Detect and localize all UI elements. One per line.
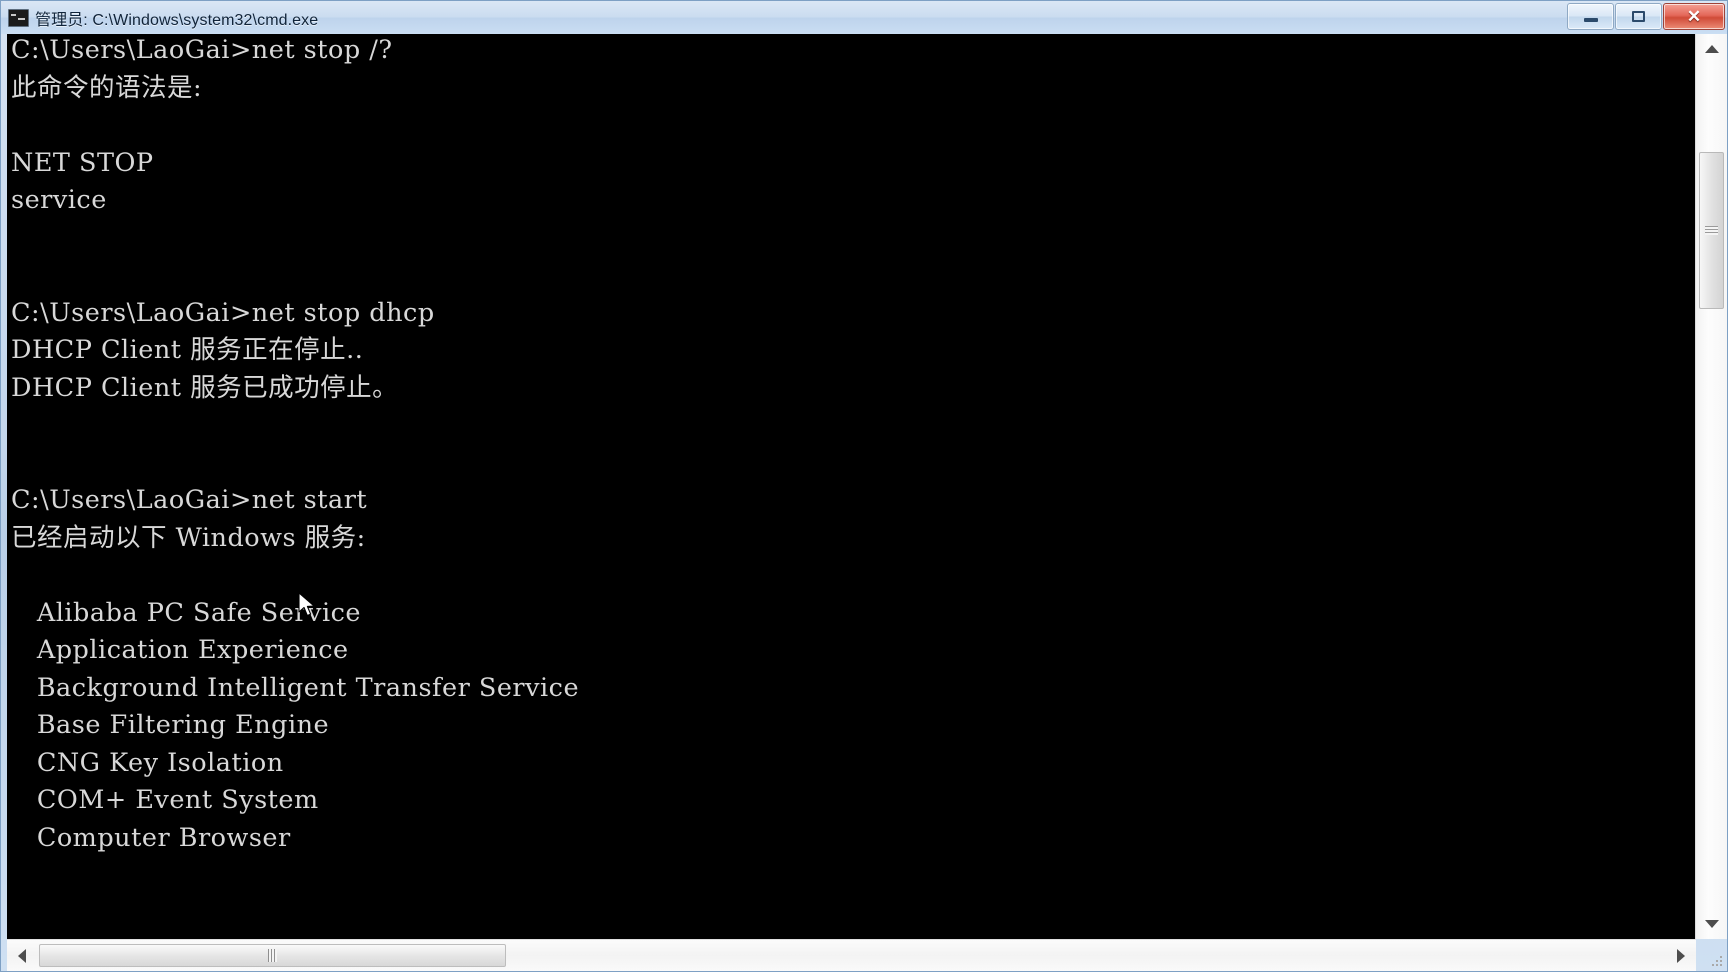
console-output-area[interactable]: C:\Users\LaoGai>net stop /? 此命令的语法是: NET… bbox=[7, 34, 1695, 939]
minimize-icon bbox=[1583, 17, 1598, 22]
scroll-right-button[interactable] bbox=[1666, 940, 1696, 971]
chevron-left-icon bbox=[18, 948, 26, 963]
window-title: 管理员: C:\Windows\system32\cmd.exe bbox=[35, 11, 319, 29]
horizontal-scrollbar-row bbox=[1, 939, 1727, 971]
window-controls: ✕ bbox=[1567, 3, 1725, 30]
cmd-window: 管理员: C:\Windows\system32\cmd.exe ✕ C:\Us… bbox=[0, 0, 1728, 972]
maximize-icon bbox=[1632, 11, 1645, 22]
window-body: C:\Users\LaoGai>net stop /? 此命令的语法是: NET… bbox=[1, 34, 1727, 939]
console-icon bbox=[8, 8, 29, 27]
vertical-scrollbar[interactable] bbox=[1695, 34, 1727, 939]
scroll-down-button[interactable] bbox=[1696, 909, 1727, 939]
chevron-down-icon bbox=[1704, 920, 1719, 928]
horizontal-scrollbar[interactable] bbox=[7, 939, 1696, 971]
grip-icon bbox=[1705, 226, 1718, 235]
scroll-up-button[interactable] bbox=[1696, 34, 1727, 64]
minimize-button[interactable] bbox=[1567, 3, 1614, 30]
close-button[interactable]: ✕ bbox=[1663, 3, 1725, 30]
grip-icon bbox=[268, 949, 277, 962]
chevron-right-icon bbox=[1677, 948, 1685, 963]
scroll-left-button[interactable] bbox=[7, 940, 37, 971]
close-icon: ✕ bbox=[1686, 7, 1702, 26]
title-bar[interactable]: 管理员: C:\Windows\system32\cmd.exe ✕ bbox=[1, 1, 1727, 34]
chevron-up-icon bbox=[1704, 45, 1719, 53]
horizontal-scrollbar-thumb[interactable] bbox=[39, 944, 506, 967]
resize-grip[interactable] bbox=[1696, 939, 1727, 971]
console-text: C:\Users\LaoGai>net stop /? 此命令的语法是: NET… bbox=[11, 35, 580, 853]
vertical-scrollbar-thumb[interactable] bbox=[1699, 152, 1724, 309]
maximize-button[interactable] bbox=[1615, 3, 1662, 30]
